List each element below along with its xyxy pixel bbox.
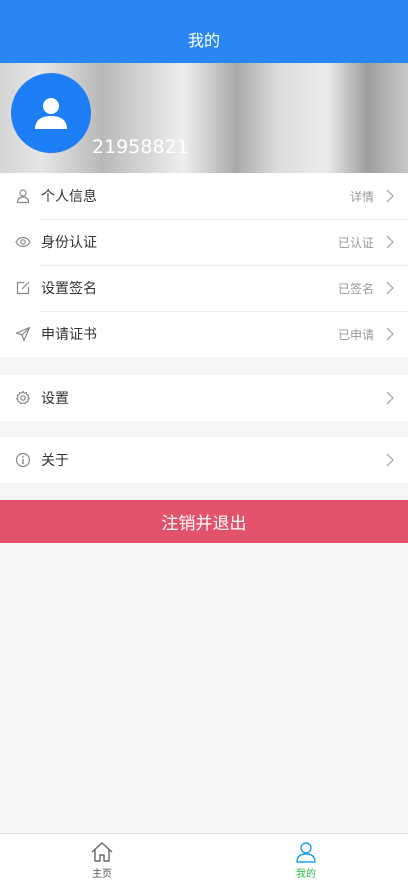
menu-item-label: 关于 [41, 453, 69, 469]
page-title: 我的 [187, 31, 220, 50]
chevron-right-icon [386, 189, 394, 203]
gear-icon [15, 390, 31, 406]
header-bar: 我的 [0, 0, 408, 63]
user-id: 21958821 [92, 136, 189, 158]
menu-item-label: 身份认证 [41, 235, 97, 251]
user-icon [296, 842, 316, 863]
menu-item-label: 个人信息 [41, 189, 97, 205]
chevron-right-icon [386, 453, 394, 467]
menu-item-label: 设置 [41, 391, 69, 407]
tab-home[interactable]: 主页 [0, 834, 204, 883]
user-icon [15, 188, 31, 204]
tab-mine[interactable]: 我的 [204, 834, 408, 883]
menu-item-signature[interactable]: 设置签名 已签名 [0, 265, 408, 311]
chevron-right-icon [386, 281, 394, 295]
tab-mine-label: 我的 [296, 869, 316, 880]
send-icon [15, 326, 31, 342]
menu-item-value: 已认证 [337, 235, 374, 250]
person-icon [35, 98, 67, 129]
menu-item-value: 已签名 [337, 281, 374, 296]
home-icon [91, 842, 113, 862]
menu-item-value: 已申请 [337, 327, 374, 342]
edit-icon [15, 280, 31, 296]
menu-group-settings: 设置 [0, 375, 408, 421]
avatar[interactable] [11, 73, 91, 153]
chevron-right-icon [386, 391, 394, 405]
menu-item-about[interactable]: 关于 [0, 437, 408, 483]
menu-group-about: 关于 [0, 437, 408, 483]
menu-item-label: 申请证书 [41, 327, 97, 343]
chevron-right-icon [386, 327, 394, 341]
tab-bar: 主页 我的 [0, 833, 408, 883]
info-icon [15, 452, 31, 468]
profile-banner: 21958821 [0, 63, 408, 173]
tab-home-label: 主页 [92, 869, 112, 880]
menu-item-certificate[interactable]: 申请证书 已申请 [0, 311, 408, 357]
menu-item-settings[interactable]: 设置 [0, 375, 408, 421]
chevron-right-icon [386, 235, 394, 249]
menu-item-label: 设置签名 [41, 281, 97, 297]
eye-icon [15, 234, 31, 250]
menu-item-value: 详情 [349, 189, 374, 204]
menu-item-personal-info[interactable]: 个人信息 详情 [0, 173, 408, 219]
menu-group-account: 个人信息 详情 身份认证 已认证 设置签名 已签名 申请证书 已申请 [0, 173, 408, 357]
menu-item-identity[interactable]: 身份认证 已认证 [0, 219, 408, 265]
logout-button[interactable]: 注销并退出 [0, 500, 408, 543]
